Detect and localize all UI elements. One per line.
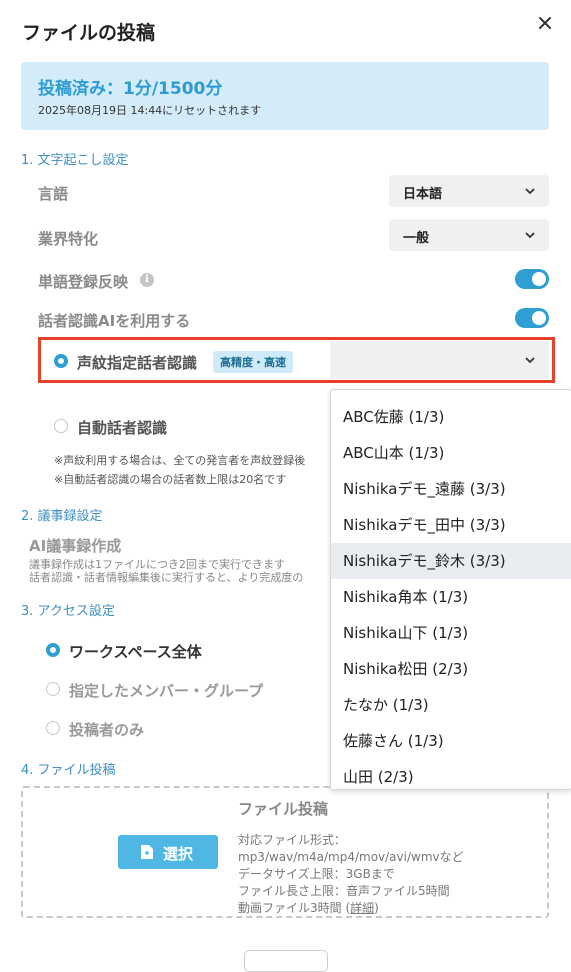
access-workspace-radio[interactable] — [46, 643, 60, 657]
access-members-radio[interactable] — [46, 682, 60, 696]
details-link[interactable]: 詳細 — [350, 901, 374, 915]
section-access-heading: 3. アクセス設定 — [21, 604, 115, 619]
language-label: 言語 — [38, 185, 69, 203]
auto-speaker-radio[interactable] — [54, 419, 68, 433]
access-poster-label: 投稿者のみ — [69, 721, 145, 739]
dropdown-option[interactable]: Nishikaデモ_遠藤 (3/3) — [331, 471, 571, 507]
close-icon[interactable] — [534, 12, 556, 34]
dropdown-option[interactable]: 佐藤さん (1/3) — [331, 723, 571, 759]
dialog-title: ファイルの投稿 — [22, 22, 156, 44]
dropdown-option[interactable]: たなか (1/3) — [331, 687, 571, 723]
dropdown-option-highlighted[interactable]: Nishikaデモ_鈴木 (3/3) — [331, 543, 571, 579]
toggle-knob — [532, 311, 546, 325]
section-upload-heading: 4. ファイル投稿 — [21, 763, 116, 778]
format-line: データサイズ上限：3GBまで — [238, 867, 395, 881]
quota-banner: 投稿済み：1分/1500分 2025年08月19日 14:44にリセットされます — [21, 62, 549, 130]
toggle-knob — [532, 272, 546, 286]
ai-minutes-note: 話者認識・話者情報編集後に実行すると、より完成度の — [29, 571, 304, 584]
industry-value: 一般 — [403, 231, 430, 246]
voiceprint-note: ※声紋利用する場合は、全ての発言者を声紋登録後 — [54, 454, 306, 467]
submit-button[interactable] — [244, 950, 328, 972]
format-line: 対応ファイル形式： — [238, 833, 347, 847]
format-line: 動画ファイル3時間 (詳細) — [238, 900, 464, 917]
ai-minutes-title: AI議事録作成 — [29, 537, 122, 555]
file-icon — [141, 845, 153, 859]
select-file-label: 選択 — [163, 845, 194, 863]
upload-requirements: 対応ファイル形式： mp3/wav/m4a/mp4/mov/avi/wmvなど … — [238, 832, 464, 917]
video-limit-close: ) — [374, 901, 379, 915]
chevron-down-icon — [525, 188, 535, 195]
industry-select[interactable]: 一般 — [389, 219, 549, 251]
accuracy-badge: 高精度・高速 — [213, 351, 293, 373]
dropdown-option[interactable]: ABC佐藤 (1/3) — [331, 399, 571, 435]
section-transcription-heading: 1. 文字起こし設定 — [21, 153, 129, 168]
language-select[interactable]: 日本語 — [389, 175, 549, 207]
quota-usage: 投稿済み：1分/1500分 — [38, 79, 223, 99]
speaker-ai-toggle[interactable] — [515, 308, 549, 328]
industry-label: 業界特化 — [38, 230, 99, 248]
chevron-down-icon — [525, 232, 535, 239]
voiceprint-dropdown: ABC佐藤 (1/3) ABC山本 (1/3) Nishikaデモ_遠藤 (3/… — [330, 389, 571, 790]
voiceprint-radio[interactable] — [54, 354, 68, 368]
info-icon[interactable]: i — [140, 273, 154, 287]
dropdown-option[interactable]: Nishika角本 (1/3) — [331, 579, 571, 615]
access-poster-radio[interactable] — [46, 721, 60, 735]
dropdown-option[interactable]: 山田 (2/3) — [331, 759, 571, 789]
dropdown-option[interactable]: ABC山本 (1/3) — [331, 435, 571, 471]
video-limit-text: 動画ファイル3時間 ( — [238, 901, 351, 915]
section-minutes-heading: 2. 議事録設定 — [21, 509, 103, 524]
file-drop-zone[interactable]: ファイル投稿 選択 対応ファイル形式： mp3/wav/m4a/mp4/mov/… — [21, 786, 549, 918]
voiceprint-label: 声紋指定話者認識 — [77, 354, 198, 372]
voiceprint-select[interactable] — [330, 341, 549, 379]
speaker-ai-label: 話者認識AIを利用する — [38, 312, 191, 330]
access-workspace-label: ワークスペース全体 — [69, 643, 202, 661]
dropdown-option[interactable]: Nishikaデモ_田中 (3/3) — [331, 507, 571, 543]
chevron-down-icon — [525, 357, 535, 364]
auto-speaker-label: 自動話者認識 — [77, 419, 168, 437]
word-registration-toggle[interactable] — [515, 269, 549, 289]
speaker-limit-note: ※自動話者認識の場合の話者数上限は20名です — [54, 473, 287, 486]
quota-reset-text: 2025年08月19日 14:44にリセットされます — [38, 104, 262, 117]
dropdown-option[interactable]: Nishika松田 (2/3) — [331, 651, 571, 687]
select-file-button[interactable]: 選択 — [118, 835, 218, 869]
dropdown-option[interactable]: Nishika山下 (1/3) — [331, 615, 571, 651]
upload-title: ファイル投稿 — [238, 800, 329, 818]
format-line: mp3/wav/m4a/mp4/mov/avi/wmvなど — [238, 850, 464, 864]
language-value: 日本語 — [403, 187, 443, 202]
word-registration-label: 単語登録反映 — [38, 273, 129, 291]
format-line: ファイル長さ上限：音声ファイル5時間 — [238, 884, 450, 898]
access-members-label: 指定したメンバー・グループ — [69, 682, 264, 700]
